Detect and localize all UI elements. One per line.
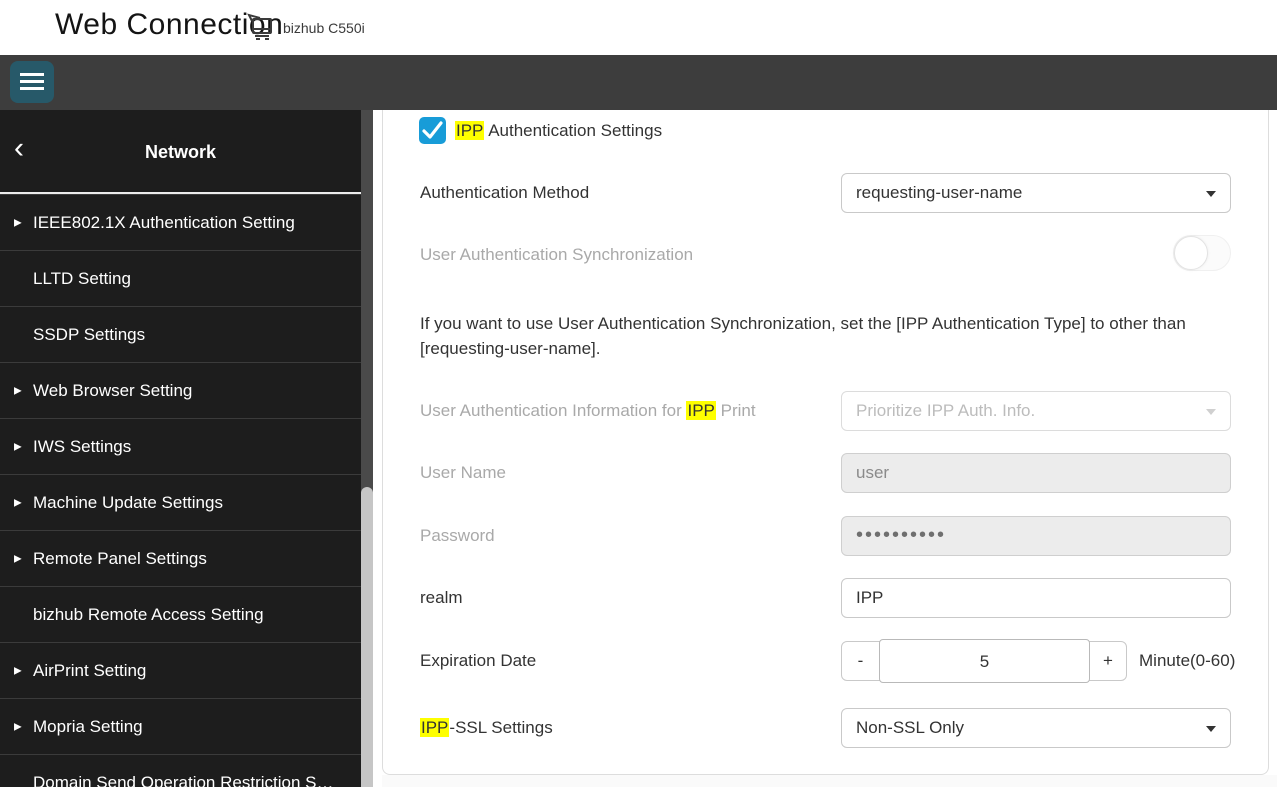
expiration-unit-label: Minute(0-60) xyxy=(1139,641,1235,681)
toggle-knob xyxy=(1174,236,1208,270)
realm-input[interactable]: IPP xyxy=(841,578,1231,618)
check-icon xyxy=(422,121,443,140)
user-auth-info-select: Prioritize IPP Auth. Info. xyxy=(841,391,1231,431)
auth-method-label: Authentication Method xyxy=(420,173,589,213)
user-auth-sync-label: User Authentication Synchronization xyxy=(420,235,693,275)
user-name-input: user xyxy=(841,453,1231,493)
decrement-button[interactable]: - xyxy=(842,642,879,680)
realm-label: realm xyxy=(420,578,463,618)
device-name: bizhub C550i xyxy=(283,20,365,36)
sidebar-item-lltd[interactable]: LLTD Setting xyxy=(0,250,373,306)
sync-note-text: If you want to use User Authentication S… xyxy=(420,311,1225,361)
expand-arrow-icon: ▶ xyxy=(14,497,22,508)
expand-arrow-icon: ▶ xyxy=(14,441,22,452)
site-header: Web Connection bizhub C550i xyxy=(0,0,1277,55)
chevron-down-icon xyxy=(1206,191,1216,197)
password-label: Password xyxy=(420,516,495,556)
password-input: •••••••••• xyxy=(841,516,1231,556)
sidebar-item-mopria[interactable]: ▶ Mopria Setting xyxy=(0,698,373,754)
expand-arrow-icon: ▶ xyxy=(14,553,22,564)
user-auth-sync-toggle[interactable] xyxy=(1173,235,1231,271)
sidebar-header: ‹ Network xyxy=(0,110,373,194)
sidebar-scrollbar-thumb[interactable] xyxy=(361,487,373,787)
expand-arrow-icon: ▶ xyxy=(14,217,22,228)
user-auth-info-label: User Authentication Information for IPP … xyxy=(420,391,756,431)
increment-button[interactable]: + xyxy=(1090,642,1126,680)
expiration-date-label: Expiration Date xyxy=(420,641,536,681)
ipp-ssl-select[interactable]: Non-SSL Only xyxy=(841,708,1231,748)
highlight-ipp: IPP xyxy=(455,121,484,140)
sidebar-title: Network xyxy=(0,110,361,194)
expiration-stepper: - 5 + xyxy=(841,641,1127,681)
hamburger-menu-button[interactable] xyxy=(10,61,54,103)
expand-arrow-icon: ▶ xyxy=(14,385,22,396)
expand-arrow-icon: ▶ xyxy=(14,665,22,676)
sidebar-item-ieee8021x[interactable]: ▶ IEEE802.1X Authentication Setting xyxy=(0,194,373,250)
page-background xyxy=(382,775,1277,787)
sidebar-item-remote-panel[interactable]: ▶ Remote Panel Settings xyxy=(0,530,373,586)
sidebar-scrollbar[interactable] xyxy=(361,110,373,787)
highlight-ipp: IPP xyxy=(686,401,715,420)
user-name-label: User Name xyxy=(420,453,506,493)
sidebar-item-iws[interactable]: ▶ IWS Settings xyxy=(0,418,373,474)
sidebar-item-machine-update[interactable]: ▶ Machine Update Settings xyxy=(0,474,373,530)
toolbar xyxy=(0,55,1277,110)
sidebar-network-menu: ‹ Network ▶ IEEE802.1X Authentication Se… xyxy=(0,110,373,787)
highlight-ipp: IPP xyxy=(420,718,449,737)
hamburger-icon xyxy=(20,73,44,76)
sidebar-item-web-browser[interactable]: ▶ Web Browser Setting xyxy=(0,362,373,418)
auth-method-select[interactable]: requesting-user-name xyxy=(841,173,1231,213)
sidebar-item-ssdp[interactable]: SSDP Settings xyxy=(0,306,373,362)
section-title: IPP Authentication Settings xyxy=(455,117,662,144)
sidebar-item-airprint[interactable]: ▶ AirPrint Setting xyxy=(0,642,373,698)
printer-icon xyxy=(246,11,280,48)
ipp-settings-panel: IPP Authentication Settings Authenticati… xyxy=(382,110,1269,775)
sidebar-item-bizhub-remote-access[interactable]: bizhub Remote Access Setting xyxy=(0,586,373,642)
ipp-ssl-label: IPP-SSL Settings xyxy=(420,708,553,748)
sidebar-item-domain-send-restriction[interactable]: Domain Send Operation Restriction S… xyxy=(0,754,373,787)
expiration-value-input[interactable]: 5 xyxy=(879,639,1090,683)
chevron-down-icon xyxy=(1206,409,1216,415)
chevron-down-icon xyxy=(1206,726,1216,732)
ipp-authentication-checkbox[interactable] xyxy=(419,117,446,144)
expand-arrow-icon: ▶ xyxy=(14,721,22,732)
